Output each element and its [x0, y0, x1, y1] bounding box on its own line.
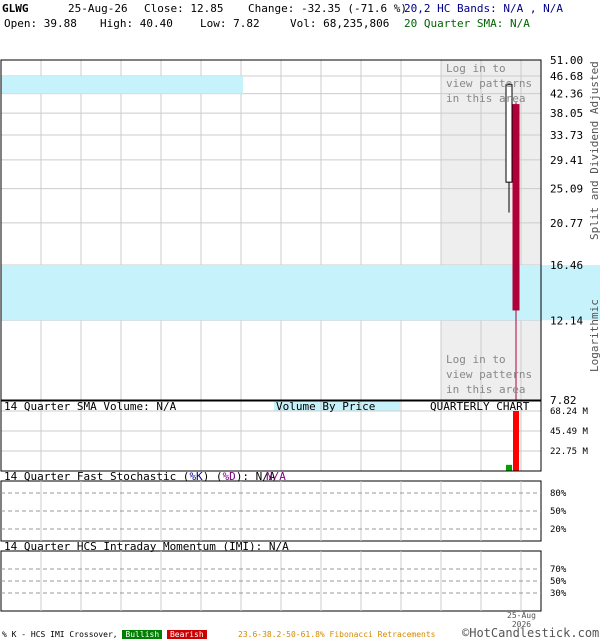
price-tick-label: 12.14	[550, 314, 583, 327]
d-label: %D	[222, 470, 236, 483]
price-tick-label: 20.77	[550, 217, 583, 230]
login-prompt-top[interactable]: Log in to view patterns in this area	[446, 61, 532, 106]
pattern-shade-area	[441, 60, 541, 400]
d-value: N/A	[266, 470, 286, 483]
footer-legend: % K - HCS IMI Crossover, Bullish Bearish	[2, 630, 207, 640]
price-tick-label: 33.73	[550, 129, 583, 142]
quarterly-chart-label: QUARTERLY CHART	[430, 400, 530, 413]
k-label: %K	[189, 470, 203, 483]
volume-by-price-label: Volume By Price	[276, 400, 376, 413]
x-axis-date-top: 25-Aug	[507, 611, 536, 620]
price-tick-label: 51.00	[550, 54, 583, 67]
price-tick-label: 46.68	[550, 70, 583, 83]
x-axis-date-bottom: 2026	[511, 620, 532, 629]
imi-level-label: 30%	[550, 589, 567, 599]
login-line: view patterns	[446, 77, 533, 90]
volume-tick-label: 22.75 M	[550, 447, 589, 457]
volume-tick-label: 45.49 M	[550, 427, 589, 437]
stochastic-level-label: 80%	[550, 489, 567, 499]
stochastic-label-prefix: 14 Quarter Fast Stochastic (	[4, 470, 190, 483]
split-adjusted-label: Split and Dividend Adjusted	[588, 61, 600, 240]
imi-panel: 70% 50% 30%	[0, 550, 567, 612]
login-line: in this area	[446, 92, 526, 105]
login-prompt-bottom[interactable]: Log in to view patterns in this area	[446, 352, 532, 397]
imi-level-label: 50%	[550, 577, 567, 587]
bearish-badge: Bearish	[166, 630, 207, 639]
stochastic-level-label: 20%	[550, 525, 567, 535]
imi-label: 14 Quarter HCS Intraday Momentum (IMI): …	[4, 540, 289, 553]
fibonacci-label: 23.6-38.2-50-61.8% Fibonacci Retracement…	[238, 630, 436, 639]
price-tick-label: 42.36	[550, 88, 583, 101]
volume-bar	[513, 411, 519, 471]
volume-bar	[506, 464, 512, 471]
bullish-badge: Bullish	[122, 630, 163, 639]
crossover-label: % K - HCS IMI Crossover,	[2, 630, 118, 639]
logarithmic-label: Logarithmic	[588, 299, 600, 372]
vbp-band-top	[1, 76, 243, 94]
stochastic-label: 14 Quarter Fast Stochastic (%K) (%D): N/…	[4, 470, 276, 483]
volume-axis: 68.24 M 45.49 M 22.75 M	[550, 407, 589, 457]
price-axis: 51.00 46.68 42.36 38.05 33.73 29.41 25.09 20.77…	[550, 54, 583, 407]
volume-tick-label: 68.24 M	[550, 407, 589, 417]
stochastic-level-label: 50%	[550, 507, 567, 517]
x-axis-date: 25-Aug 2026	[507, 611, 536, 629]
price-tick-label: 7.82	[550, 394, 577, 407]
imi-level-label: 70%	[550, 565, 567, 575]
stochastic-label-sep: ) (	[202, 470, 223, 483]
price-tick-label: 16.46	[550, 259, 583, 272]
login-line: Log in to	[446, 353, 506, 366]
price-tick-label: 38.05	[550, 107, 583, 120]
login-line: in this area	[446, 383, 526, 396]
login-line: view patterns	[446, 368, 533, 381]
price-tick-label: 25.09	[550, 183, 583, 196]
price-tick-label: 29.41	[550, 154, 583, 167]
login-line: Log in to	[446, 62, 506, 75]
stochastic-panel: 80% 50% 20%	[0, 480, 567, 542]
volume-sma-label: 14 Quarter SMA Volume: N/A	[4, 400, 177, 413]
vbp-band-mid	[1, 265, 600, 321]
candle-body	[512, 104, 520, 311]
